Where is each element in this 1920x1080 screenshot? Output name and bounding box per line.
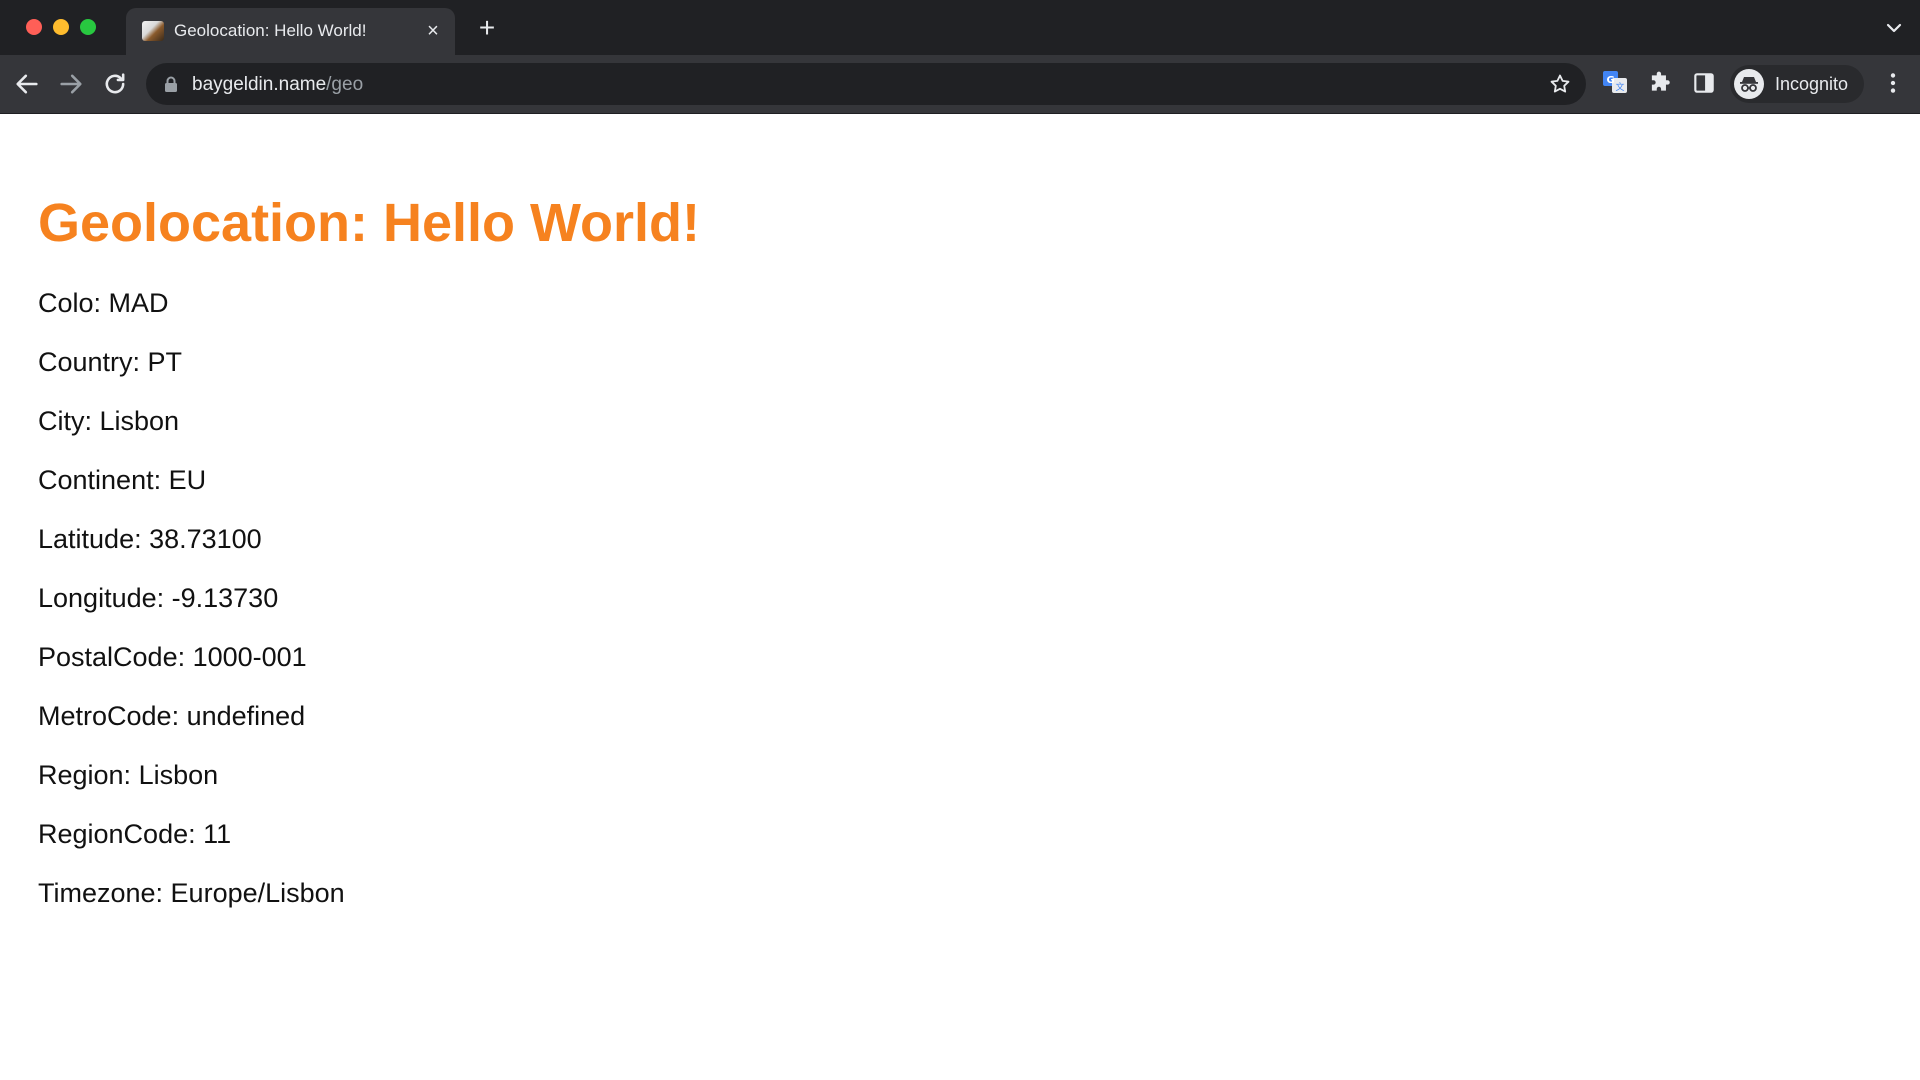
field-continent: Continent: EU	[38, 465, 207, 495]
reload-icon[interactable]	[101, 70, 129, 98]
field-region-code: RegionCode: 11	[38, 819, 232, 849]
field-city: City: Lisbon	[38, 406, 180, 436]
back-arrow-icon[interactable]	[13, 70, 41, 98]
field-country: Country: PT	[38, 347, 183, 377]
field-timezone: Timezone: Europe/Lisbon	[38, 878, 345, 908]
star-icon[interactable]	[1548, 72, 1572, 96]
side-panel-icon[interactable]	[1691, 70, 1717, 96]
tab-search-chevron-icon[interactable]	[1882, 16, 1906, 40]
field-metro-code: MetroCode: undefined	[38, 701, 306, 731]
field-longitude: Longitude: -9.13730	[38, 583, 279, 613]
window-maximize-button[interactable]	[80, 19, 96, 35]
active-tab[interactable]: Geolocation: Hello World! ×	[126, 8, 455, 55]
tab-title: Geolocation: Hello World!	[174, 21, 367, 40]
url-path: /geo	[326, 74, 364, 95]
url-text[interactable]: baygeldin.name/geo	[192, 74, 363, 96]
tab-close-icon[interactable]: ×	[421, 19, 445, 43]
svg-text:文: 文	[1616, 81, 1625, 93]
kebab-menu-icon[interactable]	[1880, 70, 1906, 96]
profile-chip[interactable]: Incognito	[1730, 65, 1865, 103]
page-title: Geolocation: Hello World!	[38, 193, 701, 253]
window-close-button[interactable]	[26, 19, 42, 35]
field-region: Region: Lisbon	[38, 760, 219, 790]
tab-strip: Geolocation: Hello World! × +	[0, 0, 1920, 55]
field-colo: Colo: MAD	[38, 288, 169, 318]
incognito-icon	[1734, 69, 1764, 99]
browser-toolbar: baygeldin.name/geo G文 Incognito	[0, 55, 1920, 114]
window-minimize-button[interactable]	[53, 19, 69, 35]
svg-text:G: G	[1607, 75, 1615, 86]
browser-window: Geolocation: Hello World! × + baygeldin.…	[0, 0, 1920, 1080]
field-postal-code: PostalCode: 1000-001	[38, 642, 307, 672]
new-tab-button[interactable]: +	[473, 14, 501, 42]
translate-icon[interactable]: G文	[1602, 69, 1628, 95]
field-latitude: Latitude: 38.73100	[38, 524, 262, 554]
url-host: baygeldin.name	[192, 74, 327, 95]
profile-label: Incognito	[1775, 73, 1849, 94]
page-favicon-icon	[142, 21, 164, 41]
address-bar[interactable]: baygeldin.name/geo	[146, 63, 1586, 105]
puzzle-extension-icon[interactable]	[1647, 70, 1673, 96]
page-content: Geolocation: Hello World! Colo: MAD Coun…	[0, 114, 1920, 1080]
lock-icon[interactable]	[164, 76, 178, 92]
forward-arrow-icon[interactable]	[57, 70, 85, 98]
geo-field-list: Colo: MAD Country: PT City: Lisbon Conti…	[38, 288, 345, 937]
